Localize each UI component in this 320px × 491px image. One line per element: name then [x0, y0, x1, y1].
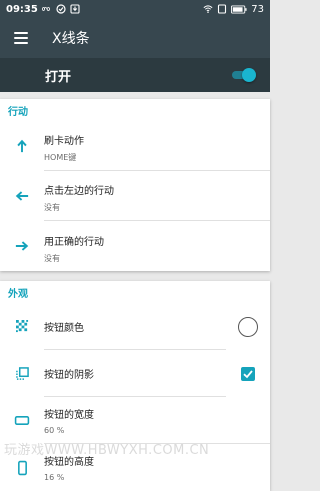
master-switch-label: 打开: [45, 69, 72, 85]
right-action-value: 没有: [44, 253, 60, 263]
button-width-value: 60 %: [44, 425, 65, 435]
button-height-row[interactable]: 按钮的高度 16 %: [0, 444, 270, 491]
swipe-action-value: HOME键: [44, 153, 77, 162]
button-color-title: 按钮颜色: [44, 322, 84, 334]
button-width-title: 按钮的宽度: [44, 409, 94, 421]
button-shadow-title: 按钮的阴影: [44, 369, 94, 381]
button-color-row[interactable]: 按钮颜色: [0, 303, 270, 350]
tap-left-action-title: 点击左边的行动: [44, 186, 114, 197]
section-header-actions: 行动: [8, 106, 28, 118]
status-time: 09:35: [6, 3, 38, 15]
swipe-action-row[interactable]: 刷卡动作 HOME键: [0, 121, 270, 171]
check-icon: [241, 366, 255, 381]
infinity-icon: [41, 7, 50, 11]
right-action-title: 用正确的行动: [44, 236, 104, 248]
app-bar: X线条: [0, 18, 270, 58]
wifi-icon: [203, 5, 213, 13]
status-bar: 09:35 73: [0, 0, 270, 18]
actions-card: 行动 刷卡动作 HOME键 点击左边的行动 没有 用正确的行动 没有: [0, 99, 270, 271]
tap-left-action-value: 没有: [44, 203, 60, 212]
tap-left-action-row[interactable]: 点击左边的行动 没有: [0, 171, 270, 221]
height-icon: [17, 460, 27, 475]
master-switch-bar[interactable]: 打开: [0, 58, 270, 92]
section-header-appearance: 外观: [8, 288, 28, 300]
color-picker-circle[interactable]: [238, 316, 258, 337]
width-icon: [14, 416, 30, 425]
button-width-row[interactable]: 按钮的宽度 60 %: [0, 397, 270, 444]
button-shadow-row[interactable]: 按钮的阴影: [0, 350, 270, 397]
download-icon: [70, 4, 80, 14]
menu-icon[interactable]: [14, 32, 28, 44]
swipe-action-title: 刷卡动作: [44, 136, 84, 147]
shadow-checkbox[interactable]: [241, 366, 255, 381]
shadow-icon: [15, 367, 29, 380]
battery-icon: [231, 5, 247, 13]
button-height-value: 16 %: [44, 473, 65, 482]
check-circle-icon: [56, 4, 66, 14]
appearance-card: 外观 按钮颜色 按钮的阴影 按钮的宽度 60 % 按钮的高度 16 %: [0, 281, 270, 491]
master-toggle[interactable]: [230, 68, 256, 82]
right-action-row[interactable]: 用正确的行动 没有: [0, 221, 270, 271]
battery-level: 73: [251, 3, 264, 15]
arrow-left-icon: [15, 191, 29, 201]
color-pattern-icon: [15, 320, 28, 333]
button-height-title: 按钮的高度: [44, 457, 94, 468]
app-title: X线条: [52, 31, 90, 47]
sim-icon: [218, 4, 227, 14]
arrow-up-icon: [17, 139, 27, 153]
arrow-right-icon: [15, 241, 29, 251]
